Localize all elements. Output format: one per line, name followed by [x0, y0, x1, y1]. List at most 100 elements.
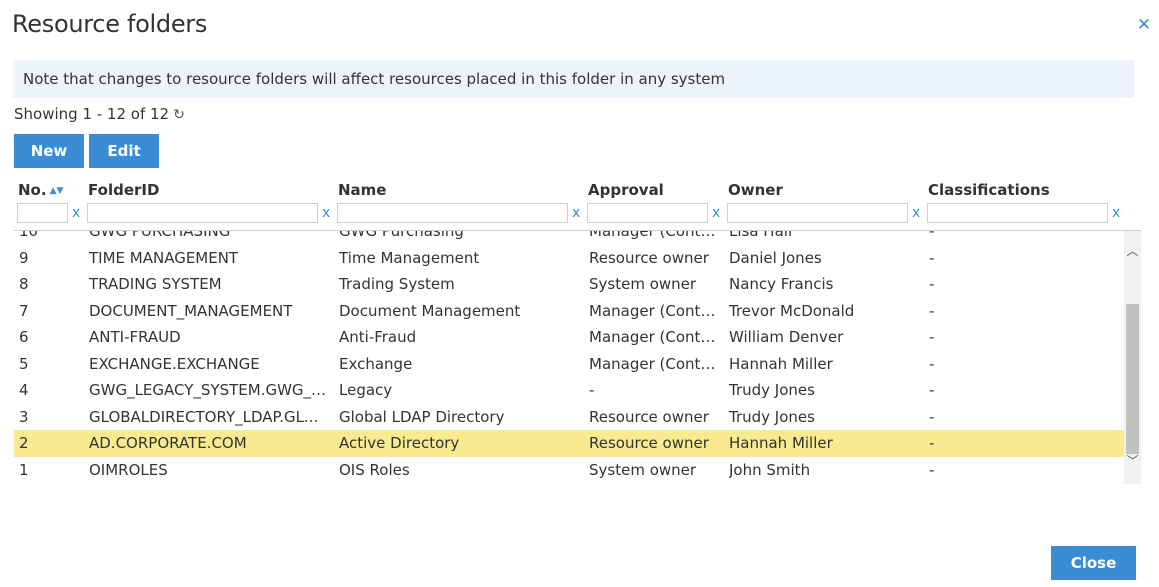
filter-name-clear-icon[interactable]: x — [572, 204, 580, 222]
column-header-folderid[interactable]: FolderID — [88, 181, 159, 199]
cell-name: Document Management — [339, 301, 521, 320]
column-header-no-label: No. — [18, 181, 47, 199]
cell-owner: Daniel Jones — [729, 248, 822, 267]
cell-name: Time Management — [339, 248, 480, 267]
cell-folder: TIME MANAGEMENT — [89, 248, 239, 267]
cell-name: Global LDAP Directory — [339, 407, 505, 426]
column-header-approval[interactable]: Approval — [588, 181, 664, 199]
column-header-name[interactable]: Name — [338, 181, 386, 199]
table-row[interactable]: 2 AD.CORPORATE.COM Active Directory Resourc… — [14, 430, 1124, 457]
cell-approval: Manager (Contex… — [589, 328, 721, 346]
table-row[interactable]: 8 TRADING SYSTEM Trading System System owne… — [14, 271, 1124, 298]
cell-folder: GWG PURCHASING — [89, 230, 231, 240]
cell-approval: Resource owner — [589, 248, 709, 267]
table-row[interactable]: 6 ANTI-FRAUD Anti-Fraud Manager (Contex… Wil… — [14, 324, 1124, 351]
cell-owner: Trudy Jones — [729, 407, 815, 426]
table-row[interactable]: 1 OIMROLES OIS Roles System owner John Smith… — [14, 457, 1124, 484]
cell-approval: Resource owner — [589, 407, 709, 426]
table-row[interactable]: 9 TIME MANAGEMENT Time Management Resource … — [14, 245, 1124, 272]
cell-owner: Lisa Hall — [729, 230, 793, 240]
result-count: Showing 1 - 12 of 12 ↻ — [14, 104, 185, 125]
cell-class: - — [929, 434, 935, 452]
cell-no: 3 — [19, 407, 29, 426]
folder-table: 10 GWG PURCHASING GWG Purchasing Manager (C… — [14, 230, 1141, 484]
cell-class: - — [929, 328, 935, 346]
cell-class: - — [929, 381, 935, 399]
cell-name: Exchange — [339, 354, 413, 373]
cell-folder: AD.CORPORATE.COM — [89, 434, 247, 452]
cell-approval: Resource owner — [589, 434, 709, 452]
cell-no: 10 — [19, 230, 39, 240]
filter-name-input[interactable] — [337, 203, 568, 223]
cell-no: 1 — [19, 460, 29, 479]
table-row[interactable]: 4 GWG_LEGACY_SYSTEM.GWG_LE… Legacy - Trudy J… — [14, 377, 1124, 404]
column-header-owner[interactable]: Owner — [728, 181, 783, 199]
filter-no-clear-icon[interactable]: x — [72, 204, 80, 222]
scroll-down-icon[interactable]: ﹀ — [1124, 453, 1141, 470]
cell-approval: Manager (Contex… — [589, 354, 721, 373]
cell-folder: DOCUMENT_MANAGEMENT — [89, 301, 293, 320]
table-row[interactable]: 5 EXCHANGE.EXCHANGE Exchange Manager (Conte… — [14, 351, 1124, 378]
cell-no: 9 — [19, 248, 29, 267]
filter-owner-clear-icon[interactable]: x — [912, 204, 920, 222]
cell-folder: OIMROLES — [89, 460, 168, 479]
cell-no: 8 — [19, 275, 29, 293]
cell-name: GWG Purchasing — [339, 230, 464, 240]
cell-folder: TRADING SYSTEM — [89, 275, 222, 293]
table-row[interactable]: 7 DOCUMENT_MANAGEMENT Document Management M… — [14, 298, 1124, 325]
cell-owner: Hannah Miller — [729, 354, 833, 373]
scroll-thumb[interactable] — [1126, 304, 1139, 454]
cell-name: OIS Roles — [339, 460, 410, 479]
cell-owner: John Smith — [729, 460, 811, 479]
filter-folderid-clear-icon[interactable]: x — [322, 204, 330, 222]
cell-approval: System owner — [589, 275, 697, 293]
cell-no: 4 — [19, 381, 29, 399]
cell-class: - — [929, 301, 935, 320]
filter-folderid-input[interactable] — [87, 203, 318, 223]
table-body: 10 GWG PURCHASING GWG Purchasing Manager (C… — [14, 230, 1124, 484]
table-row[interactable]: 3 GLOBALDIRECTORY_LDAP.GLOB… Global LDAP D… — [14, 404, 1124, 431]
filter-owner-input[interactable] — [727, 203, 908, 223]
close-icon[interactable]: ✕ — [1136, 17, 1152, 34]
cell-name: Active Directory — [339, 434, 460, 452]
vertical-scrollbar[interactable]: ︿ ﹀ — [1124, 231, 1141, 484]
cell-name: Anti-Fraud — [339, 328, 417, 346]
edit-button[interactable]: Edit — [89, 134, 159, 168]
filter-no-input[interactable] — [17, 203, 68, 223]
cell-owner: Hannah Miller — [729, 434, 833, 452]
cell-owner: Trudy Jones — [729, 381, 815, 399]
filter-classifications-clear-icon[interactable]: x — [1112, 204, 1120, 222]
cell-approval: System owner — [589, 460, 697, 479]
column-header-classifications[interactable]: Classifications — [928, 181, 1050, 199]
table-row[interactable]: 10 GWG PURCHASING GWG Purchasing Manager (C… — [14, 230, 1124, 245]
cell-class: - — [929, 230, 935, 240]
cell-class: - — [929, 248, 935, 267]
cell-folder: GWG_LEGACY_SYSTEM.GWG_LE… — [89, 381, 329, 399]
cell-no: 2 — [19, 434, 29, 452]
cell-owner: William Denver — [729, 328, 844, 346]
sort-icon[interactable]: ▲▼ — [50, 186, 64, 196]
cell-folder: EXCHANGE.EXCHANGE — [89, 354, 260, 373]
filter-classifications-input[interactable] — [927, 203, 1108, 223]
cell-class: - — [929, 460, 935, 479]
scroll-up-icon[interactable]: ︿ — [1124, 243, 1141, 260]
info-note: Note that changes to resource folders wi… — [13, 60, 1134, 98]
cell-class: - — [929, 275, 935, 293]
cell-no: 7 — [19, 301, 29, 320]
cell-approval: - — [589, 381, 595, 399]
cell-class: - — [929, 354, 935, 373]
dialog-title: Resource folders — [12, 10, 208, 38]
cell-owner: Trevor McDonald — [729, 301, 855, 320]
new-button[interactable]: New — [14, 134, 84, 168]
cell-no: 5 — [19, 354, 29, 373]
refresh-icon[interactable]: ↻ — [173, 105, 185, 125]
result-count-text: Showing 1 - 12 of 12 — [14, 105, 170, 123]
close-button[interactable]: Close — [1051, 546, 1136, 580]
filter-approval-input[interactable] — [587, 203, 708, 223]
cell-class: - — [929, 407, 935, 426]
cell-approval: Manager (Contex… — [589, 301, 721, 320]
column-header-no[interactable]: No. ▲▼ — [18, 181, 63, 200]
filter-approval-clear-icon[interactable]: x — [712, 204, 720, 222]
cell-name: Legacy — [339, 381, 393, 399]
cell-name: Trading System — [339, 275, 455, 293]
